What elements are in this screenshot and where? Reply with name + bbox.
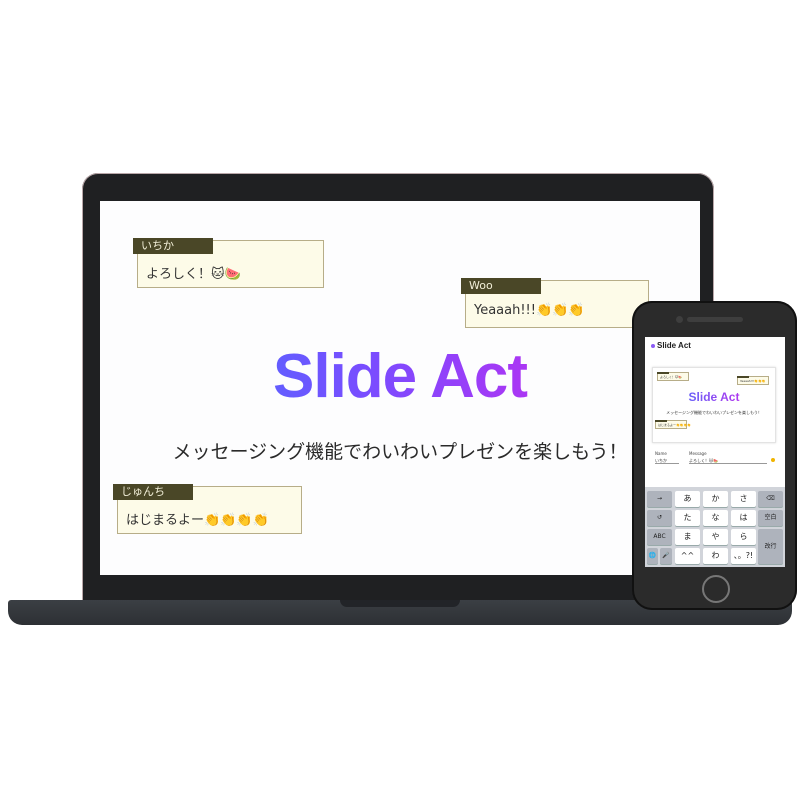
- key-na[interactable]: な: [703, 510, 728, 526]
- message-bubble: じゅんち はじまるよー👏👏👏👏: [113, 484, 302, 534]
- laptop-trackpad-notch: [340, 600, 460, 607]
- key-return[interactable]: 改行: [758, 529, 783, 564]
- message-text: よろしく！🐱🍉: [146, 267, 241, 282]
- message-label: Message: [689, 451, 707, 456]
- name-input[interactable]: いちか: [655, 458, 679, 464]
- key-ka[interactable]: か: [703, 491, 728, 507]
- key-a[interactable]: あ: [675, 491, 700, 507]
- preview-subtitle: メッセージング機能でわいわいプレゼンを楽しもう！: [666, 410, 762, 415]
- key-next[interactable]: →: [647, 491, 672, 507]
- mini-message-text: はじまるよー👏👏👏👏: [658, 423, 691, 427]
- message-text: はじまるよー👏👏👏👏: [126, 513, 269, 528]
- message-input[interactable]: よろしく！🐱🍉: [689, 458, 767, 464]
- key-ta[interactable]: た: [675, 510, 700, 526]
- microphone-icon[interactable]: 🎤: [660, 548, 672, 564]
- mini-sender-tag: [657, 372, 669, 374]
- slide-preview: よろしく！🐱🍉 Yeaaah!!!👏👏👏 Slide Act メッセージング機能…: [652, 367, 776, 443]
- message-sender: Woo: [461, 278, 541, 294]
- home-button[interactable]: [702, 575, 730, 603]
- message-text: Yeaaah!!!👏👏👏: [474, 303, 585, 318]
- mini-message-bubble: はじまるよー👏👏👏👏: [655, 420, 691, 429]
- japanese-keyboard: → あ か さ ⌫ ↺ た な は 空白 ABC ま や ら 改行 🌐 🎤 ^^…: [645, 487, 785, 567]
- message-bubble: Woo Yeaaah!!!👏👏👏: [461, 278, 649, 328]
- key-ra[interactable]: ら: [731, 529, 756, 545]
- message-sender: いちか: [133, 238, 213, 254]
- camera-icon: [676, 316, 683, 323]
- backspace-key-icon[interactable]: ⌫: [758, 491, 783, 507]
- key-ya[interactable]: や: [703, 529, 728, 545]
- message-sender: じゅんち: [113, 484, 193, 500]
- key-punctuation[interactable]: 、。?!: [731, 548, 756, 564]
- laptop-screen: Slide Act メッセージング機能でわいわいプレゼンを楽しもう！ いちか よ…: [100, 201, 700, 575]
- key-undo[interactable]: ↺: [647, 510, 672, 526]
- globe-icon[interactable]: 🌐: [647, 548, 658, 564]
- preview-title: Slide Act: [653, 390, 775, 404]
- slide-subtitle: メッセージング機能でわいわいプレゼンを楽しもう！: [172, 441, 628, 463]
- send-button[interactable]: [771, 458, 775, 462]
- key-kaomoji[interactable]: ^^: [675, 548, 700, 564]
- message-bubble: いちか よろしく！🐱🍉: [133, 238, 324, 288]
- slide-title: Slide Act: [100, 341, 700, 412]
- key-wa[interactable]: わ: [703, 548, 728, 564]
- mini-message-text: Yeaaah!!!👏👏👏: [740, 379, 766, 383]
- mini-sender-tag: [737, 376, 749, 378]
- key-ha[interactable]: は: [731, 510, 756, 526]
- mini-message-bubble: Yeaaah!!!👏👏👏: [737, 376, 769, 385]
- key-abc[interactable]: ABC: [647, 529, 672, 545]
- mini-sender-tag: [655, 420, 667, 422]
- key-ma[interactable]: ま: [675, 529, 700, 545]
- name-label: Name: [655, 451, 667, 456]
- app-title: Slide Act: [657, 341, 691, 350]
- key-space[interactable]: 空白: [758, 510, 783, 526]
- mini-message-bubble: よろしく！🐱🍉: [657, 372, 689, 381]
- phone-screen: Slide Act よろしく！🐱🍉 Yeaaah!!!👏👏👏 Slide Act…: [645, 337, 785, 567]
- key-sa[interactable]: さ: [731, 491, 756, 507]
- phone: Slide Act よろしく！🐱🍉 Yeaaah!!!👏👏👏 Slide Act…: [632, 301, 797, 610]
- logo-dot-icon: [651, 343, 655, 348]
- app-header: Slide Act: [651, 341, 691, 350]
- speaker-grille: [687, 317, 743, 322]
- mini-message-text: よろしく！🐱🍉: [660, 375, 682, 379]
